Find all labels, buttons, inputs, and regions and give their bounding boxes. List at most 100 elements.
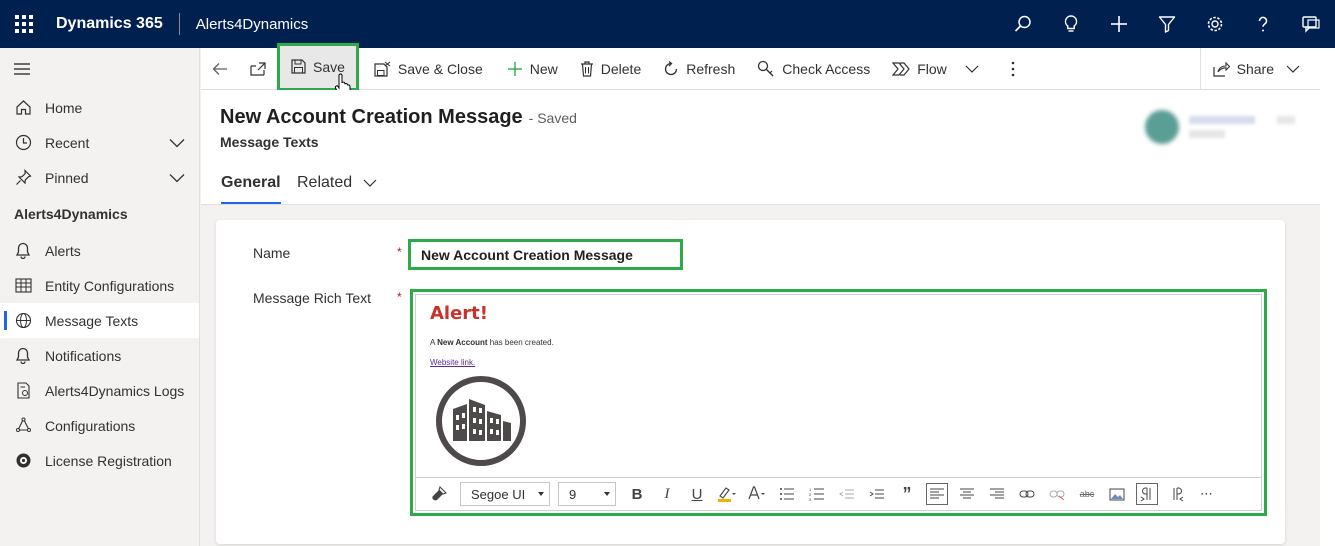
save-close-label: Save & Close <box>397 60 483 77</box>
rich-text-editor[interactable]: Alert! A New Account has been created. W… <box>410 289 1267 516</box>
search-icon[interactable] <box>999 0 1047 48</box>
bell-icon <box>14 347 32 365</box>
config-icon <box>14 417 32 435</box>
key-search-icon <box>758 60 774 77</box>
quote-icon[interactable]: ” <box>892 481 922 507</box>
command-bar: Save Save & Close New Delete Refresh Che… <box>201 42 1320 91</box>
lightbulb-icon[interactable] <box>1047 0 1095 48</box>
image-icon[interactable] <box>1102 481 1132 507</box>
rich-text-content[interactable]: Alert! A New Account has been created. W… <box>415 294 1262 477</box>
align-left-icon[interactable] <box>926 483 948 505</box>
underline-icon[interactable]: U <box>682 481 712 507</box>
check-access-label: Check Access <box>782 60 871 77</box>
chevron-down-icon[interactable] <box>169 170 185 186</box>
help-icon[interactable] <box>1239 0 1287 48</box>
highlight-color-icon[interactable] <box>712 481 742 507</box>
hamburger-menu-icon[interactable] <box>0 48 199 90</box>
align-right-icon[interactable] <box>982 481 1012 507</box>
chevron-down-icon[interactable] <box>1286 65 1300 73</box>
name-field[interactable]: New Account Creation Message <box>408 239 683 270</box>
log-icon <box>14 382 32 400</box>
strikethrough-icon[interactable]: abc <box>1072 481 1102 507</box>
rich-text-label: Message Rich Text <box>253 290 372 306</box>
sidebar-item-message-texts[interactable]: Message Texts <box>0 303 199 338</box>
sidebar-item-pinned[interactable]: Pinned <box>0 160 199 195</box>
chevron-down-icon <box>363 179 377 187</box>
tab-related[interactable]: Related <box>297 174 377 192</box>
popout-button[interactable] <box>239 48 277 90</box>
sidebar-item-home[interactable]: Home <box>0 90 199 125</box>
sidebar-item-license-registration[interactable]: License Registration <box>0 443 199 478</box>
rtl-direction-icon[interactable] <box>1162 481 1192 507</box>
bell-icon <box>14 242 32 260</box>
app-name[interactable]: Alerts4Dynamics <box>196 16 309 33</box>
unlink-icon[interactable] <box>1042 481 1072 507</box>
ltr-direction-icon[interactable] <box>1136 483 1158 505</box>
sidebar-item-label: Entity Configurations <box>45 277 175 294</box>
clock-icon <box>14 134 32 152</box>
required-marker: * <box>397 245 402 259</box>
share-icon <box>1213 61 1230 77</box>
website-link[interactable]: Website link. <box>430 358 1247 367</box>
divider <box>178 13 180 35</box>
delete-button[interactable]: Delete <box>571 48 650 90</box>
increase-indent-icon[interactable] <box>862 481 892 507</box>
save-and-close-button[interactable]: Save & Close <box>365 48 492 90</box>
save-status: - Saved <box>528 110 577 126</box>
settings-icon[interactable] <box>1191 0 1239 48</box>
filter-icon[interactable] <box>1143 0 1191 48</box>
trash-icon <box>580 60 593 77</box>
more-vertical-icon <box>1011 61 1015 76</box>
share-button[interactable]: Share <box>1199 48 1320 90</box>
sidebar-item-alerts[interactable]: Alerts <box>0 233 199 268</box>
font-family-select[interactable]: Segoe UI <box>460 482 550 506</box>
form-header: New Account Creation Message - Saved Mess… <box>201 90 1320 205</box>
refresh-icon <box>665 60 678 75</box>
flow-button[interactable]: Flow <box>883 48 988 90</box>
owner-field[interactable] <box>1145 110 1295 144</box>
chat-icon[interactable] <box>1287 0 1335 48</box>
sidebar-item-label: Configurations <box>45 417 136 434</box>
plus-icon <box>507 61 522 76</box>
format-painter-icon[interactable] <box>424 481 454 507</box>
link-icon[interactable] <box>1012 481 1042 507</box>
bullet-list-icon[interactable] <box>772 481 802 507</box>
popout-icon <box>250 61 266 76</box>
refresh-button[interactable]: Refresh <box>654 48 744 90</box>
check-access-button[interactable]: Check Access <box>748 48 879 90</box>
top-navigation-bar: Dynamics 365 Alerts4Dynamics <box>0 0 1335 48</box>
sidebar-item-alerts4dynamics-logs[interactable]: Alerts4Dynamics Logs <box>0 373 199 408</box>
sidebar-item-label: Home <box>45 99 83 116</box>
tab-general[interactable]: General <box>221 174 281 204</box>
scrollbar[interactable] <box>1320 48 1335 546</box>
bold-icon[interactable]: B <box>622 481 652 507</box>
flow-label: Flow <box>917 60 947 77</box>
new-button[interactable]: New <box>498 48 567 90</box>
align-center-icon[interactable] <box>952 481 982 507</box>
plus-icon[interactable] <box>1095 0 1143 48</box>
product-name[interactable]: Dynamics 365 <box>56 15 163 33</box>
sidebar-item-recent[interactable]: Recent <box>0 125 199 160</box>
font-size-select[interactable]: 9 <box>558 482 616 506</box>
font-color-icon[interactable] <box>742 481 772 507</box>
sidebar-item-configurations[interactable]: Configurations <box>0 408 199 443</box>
numbered-list-icon[interactable]: 123 <box>802 481 832 507</box>
sidebar-item-entity-configurations[interactable]: Entity Configurations <box>0 268 199 303</box>
sidebar-item-label: Notifications <box>45 347 122 364</box>
new-label: New <box>529 60 558 77</box>
chevron-down-icon[interactable] <box>965 65 979 73</box>
back-button[interactable] <box>201 48 239 90</box>
refresh-label: Refresh <box>686 60 736 77</box>
chevron-down-icon[interactable] <box>169 135 185 151</box>
editor-toolbar: Segoe UI 9 B I U 123 ” abc ⋯ <box>415 477 1262 511</box>
sidebar-group-title: Alerts4Dynamics <box>14 206 128 222</box>
delete-label: Delete <box>600 60 642 77</box>
app-launcher-icon[interactable] <box>0 0 48 48</box>
more-options-icon[interactable]: ⋯ <box>1192 481 1222 507</box>
italic-icon[interactable]: I <box>652 481 682 507</box>
entity-name: Message Texts <box>220 134 319 150</box>
sidebar-item-notifications[interactable]: Notifications <box>0 338 199 373</box>
back-arrow-icon <box>212 62 227 75</box>
decrease-indent-icon[interactable] <box>832 481 862 507</box>
more-commands-button[interactable] <box>1000 48 1026 90</box>
